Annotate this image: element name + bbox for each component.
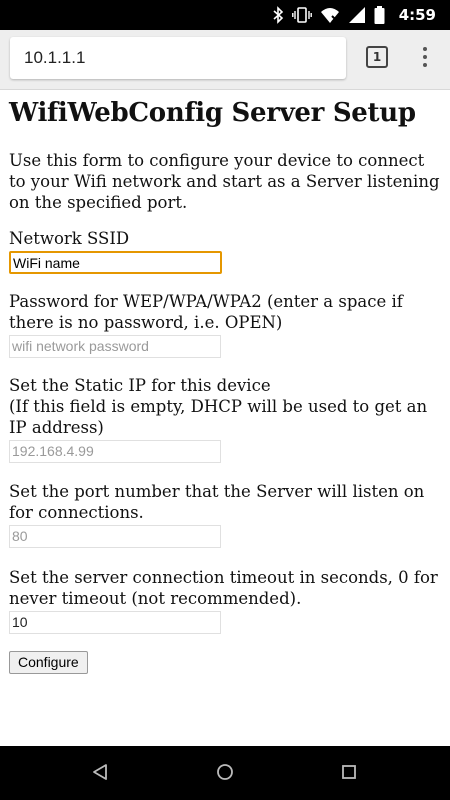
password-label: Password for WEP/WPA/WPA2 (enter a space…: [9, 292, 403, 332]
overflow-menu-icon[interactable]: [418, 45, 432, 69]
password-input[interactable]: wifi network password: [9, 335, 221, 358]
page-content: WifiWebConfig Server Setup Use this form…: [9, 90, 441, 674]
tab-switcher-button[interactable]: 1: [366, 46, 388, 68]
timeout-input[interactable]: 10: [9, 611, 221, 634]
ssid-input[interactable]: WiFi name: [9, 251, 222, 274]
password-block: Password for WEP/WPA/WPA2 (enter a space…: [9, 291, 441, 358]
static-ip-input[interactable]: 192.168.4.99: [9, 440, 221, 463]
navigation-bar: [0, 746, 450, 800]
status-bar: 4:59: [0, 0, 450, 30]
port-label: Set the port number that the Server will…: [9, 482, 425, 522]
port-block: Set the port number that the Server will…: [9, 481, 441, 548]
page-title: WifiWebConfig Server Setup: [9, 98, 416, 128]
ssid-label: Network SSID: [9, 229, 130, 248]
back-icon[interactable]: [91, 763, 109, 781]
status-time: 4:59: [398, 6, 436, 24]
url-text: 10.1.1.1: [24, 48, 86, 67]
url-bar[interactable]: 10.1.1.1: [10, 37, 346, 79]
vibrate-icon: [291, 7, 312, 23]
ssid-block: Network SSID WiFi name: [9, 228, 441, 274]
recents-icon[interactable]: [341, 763, 357, 781]
timeout-block: Set the server connection timeout in sec…: [9, 567, 441, 634]
static-ip-hint: (If this field is empty, DHCP will be us…: [9, 397, 428, 437]
signal-icon: [348, 7, 365, 23]
wifi-icon: [320, 8, 339, 23]
browser-toolbar: 10.1.1.1 1: [0, 30, 450, 90]
static-ip-label: Set the Static IP for this device: [9, 376, 271, 395]
bluetooth-icon: [273, 6, 283, 24]
battery-icon: [374, 6, 385, 24]
intro-text: Use this form to configure your device t…: [9, 151, 440, 212]
port-input[interactable]: 80: [9, 525, 221, 548]
static-ip-block: Set the Static IP for this device (If th…: [9, 375, 441, 463]
configure-button[interactable]: Configure: [9, 651, 88, 674]
timeout-label: Set the server connection timeout in sec…: [9, 568, 438, 608]
home-icon[interactable]: [216, 763, 234, 781]
